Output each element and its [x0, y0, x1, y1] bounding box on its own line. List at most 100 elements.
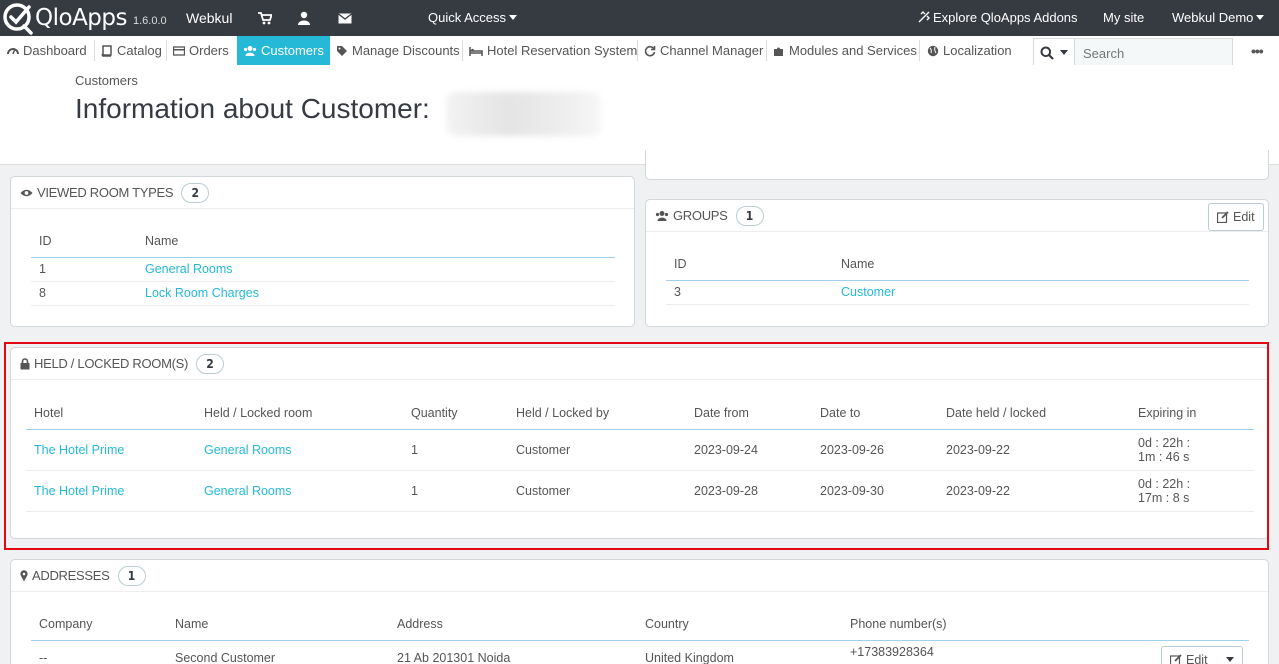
panel-title: VIEWED ROOM TYPES	[37, 185, 174, 200]
table-row: 8 Lock Room Charges	[31, 281, 615, 306]
quick-access-dropdown[interactable]: Quick Access	[428, 10, 518, 25]
logo-text: QloApps	[35, 5, 127, 31]
breadcrumb[interactable]: Customers	[75, 73, 138, 88]
column-header: Name	[137, 225, 615, 258]
user-icon[interactable]	[297, 11, 311, 25]
nav-label: Customers	[261, 43, 324, 58]
nav-item-orders[interactable]: Orders	[173, 36, 229, 65]
cart-icon[interactable]	[258, 11, 272, 25]
addresses-panel: ADDRESSES 1 Company Name Address Country…	[10, 559, 1269, 664]
search-type-button[interactable]	[1034, 39, 1075, 67]
nav-divider	[462, 40, 463, 61]
dashboard-icon	[7, 47, 19, 54]
nav-label: Modules and Services	[789, 43, 917, 58]
nav-divider	[166, 40, 167, 61]
count-badge: 2	[181, 182, 210, 203]
qloapps-logo[interactable]: QloApps 1.6.0.0	[2, 2, 167, 35]
book-icon	[101, 44, 112, 57]
column-header: ID	[31, 225, 137, 258]
quick-access-label: Quick Access	[428, 10, 507, 25]
highlight-frame	[4, 342, 1269, 550]
table-row: 3 Customer	[666, 280, 1249, 305]
panel-title: GROUPS	[673, 208, 728, 223]
count-badge: 1	[117, 565, 146, 586]
panel-header: GROUPS 1	[646, 200, 1268, 232]
room-type-link[interactable]: Lock Room Charges	[145, 286, 259, 300]
edit-groups-button[interactable]: Edit	[1208, 203, 1264, 231]
nav-item-catalog[interactable]: Catalog	[101, 36, 162, 65]
nav-item-modules-and-services[interactable]: Modules and Services	[773, 36, 917, 65]
nav-item-dashboard[interactable]: Dashboard	[7, 36, 87, 65]
nav-divider	[919, 40, 920, 61]
bed-icon	[469, 46, 483, 56]
puzzle-icon	[918, 11, 930, 23]
column-header: Phone number(s)	[842, 608, 1249, 641]
nav-label: Channel Manager	[660, 43, 764, 58]
address-cell: 21 Ab 201301 Noida	[389, 640, 637, 664]
search-input[interactable]	[1075, 39, 1232, 67]
column-header: ID	[666, 248, 833, 281]
table-header-row: ID Name	[31, 225, 615, 258]
explore-addons-link[interactable]: Explore QloApps Addons	[918, 10, 1078, 25]
globe-icon	[927, 45, 939, 56]
account-dropdown[interactable]: Webkul Demo	[1172, 10, 1265, 25]
page-title: Information about Customer:	[75, 93, 430, 124]
edit-label: Edit	[1186, 653, 1208, 664]
nav-divider	[94, 40, 95, 61]
nav-label: Manage Discounts	[352, 43, 460, 58]
top-bar: QloApps 1.6.0.0 Webkul Quick Access Expl…	[0, 0, 1279, 36]
room-type-link[interactable]: General Rooms	[145, 262, 233, 276]
viewed-room-types-panel: VIEWED ROOM TYPES 2 ID Name 1 General Ro…	[10, 176, 635, 327]
shop-name: Webkul	[186, 10, 233, 26]
edit-icon	[1170, 654, 1182, 664]
previous-panel-bottom	[645, 150, 1269, 180]
id-cell: 3	[666, 280, 833, 305]
caret-down-icon[interactable]	[1225, 656, 1234, 662]
edit-address-button[interactable]: Edit	[1161, 646, 1243, 664]
caret-down-icon	[509, 15, 518, 21]
id-cell: 1	[31, 257, 137, 282]
nav-item-channel-manager[interactable]: Channel Manager	[644, 36, 763, 65]
nav-item-manage-discounts[interactable]: Manage Discounts	[336, 36, 460, 65]
table-header-row: Company Name Address Country Phone numbe…	[31, 608, 1249, 641]
my-site-link[interactable]: My site	[1103, 10, 1144, 25]
more-menu-icon[interactable]: •••	[1251, 43, 1264, 59]
refresh-icon	[644, 45, 656, 56]
version-label: 1.6.0.0	[132, 15, 167, 27]
envelope-icon[interactable]	[338, 11, 352, 25]
panel-header: VIEWED ROOM TYPES 2	[11, 177, 634, 209]
nav-item-customers[interactable]: Customers	[237, 36, 330, 65]
puzzle-piece-icon	[774, 47, 783, 56]
column-header: Name	[833, 248, 1249, 281]
explore-label: Explore QloApps Addons	[933, 10, 1078, 25]
nav-label: Catalog	[117, 43, 162, 58]
column-header: Country	[637, 608, 842, 641]
users-icon	[655, 210, 669, 221]
groups-table: ID Name 3 Customer	[666, 248, 1249, 305]
nav-item-localization[interactable]: Localization	[927, 36, 1012, 65]
nav-label: Orders	[189, 43, 229, 58]
nav-label: Localization	[943, 43, 1012, 58]
account-label: Webkul Demo	[1172, 10, 1254, 25]
group-link[interactable]: Customer	[841, 285, 895, 299]
nav-item-hotel-reservation-system[interactable]: Hotel Reservation System	[469, 36, 637, 65]
search-icon	[1040, 46, 1054, 60]
qloapps-logo-icon	[3, 3, 33, 35]
count-badge: 1	[735, 205, 764, 226]
nav-divider	[637, 40, 638, 61]
caret-down-icon	[1256, 15, 1265, 21]
panel-title: ADDRESSES	[32, 568, 110, 583]
column-header: Address	[389, 608, 637, 641]
edit-label: Edit	[1233, 210, 1255, 224]
caret-down-icon	[1060, 49, 1068, 55]
search-box	[1033, 38, 1233, 68]
table-row: 1 General Rooms	[31, 257, 615, 282]
nav-divider	[766, 40, 767, 61]
map-marker-icon	[20, 569, 28, 581]
id-cell: 8	[31, 281, 137, 306]
company-cell: --	[31, 640, 167, 664]
addresses-table: Company Name Address Country Phone numbe…	[31, 608, 1249, 664]
column-header: Company	[31, 608, 167, 641]
redacted-customer-name	[446, 92, 601, 136]
edit-icon	[1217, 211, 1229, 223]
